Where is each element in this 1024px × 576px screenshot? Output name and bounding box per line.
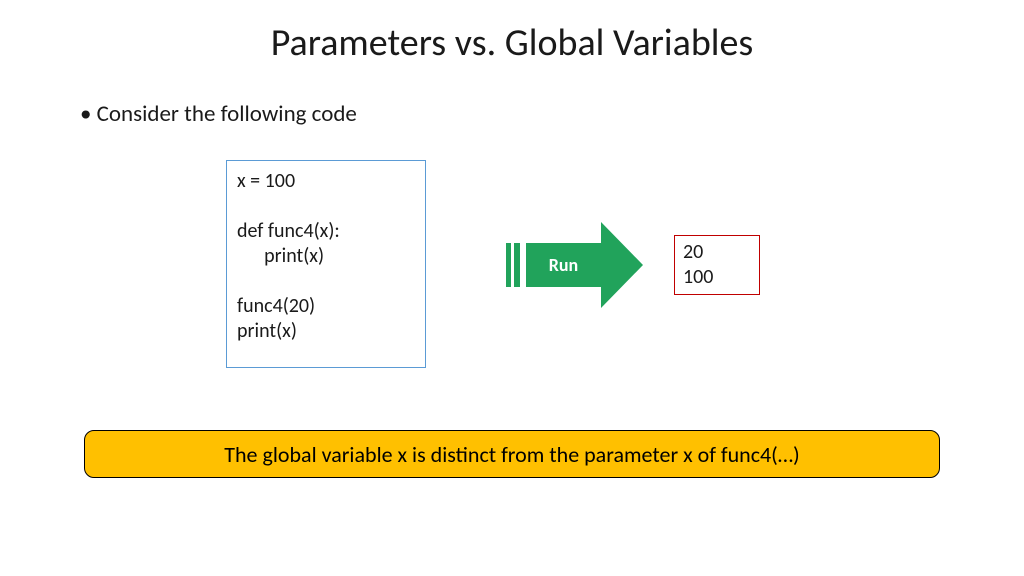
output-block: 20 100: [674, 235, 760, 295]
code-block: x = 100 def func4(x): print(x) func4(20)…: [226, 160, 426, 368]
run-arrow: Run: [506, 222, 641, 308]
run-label: Run: [549, 254, 578, 276]
arrow-head-icon: [601, 222, 643, 308]
bullet-consider: Consider the following code: [80, 100, 357, 128]
arrow-stripe-icon: [506, 243, 511, 287]
slide-title: Parameters vs. Global Variables: [0, 20, 1024, 66]
arrow-stripe-icon: [514, 243, 520, 287]
arrow-body: Run: [526, 243, 601, 287]
highlight-banner: The global variable x is distinct from t…: [84, 430, 940, 478]
banner-text: The global variable x is distinct from t…: [224, 441, 799, 468]
